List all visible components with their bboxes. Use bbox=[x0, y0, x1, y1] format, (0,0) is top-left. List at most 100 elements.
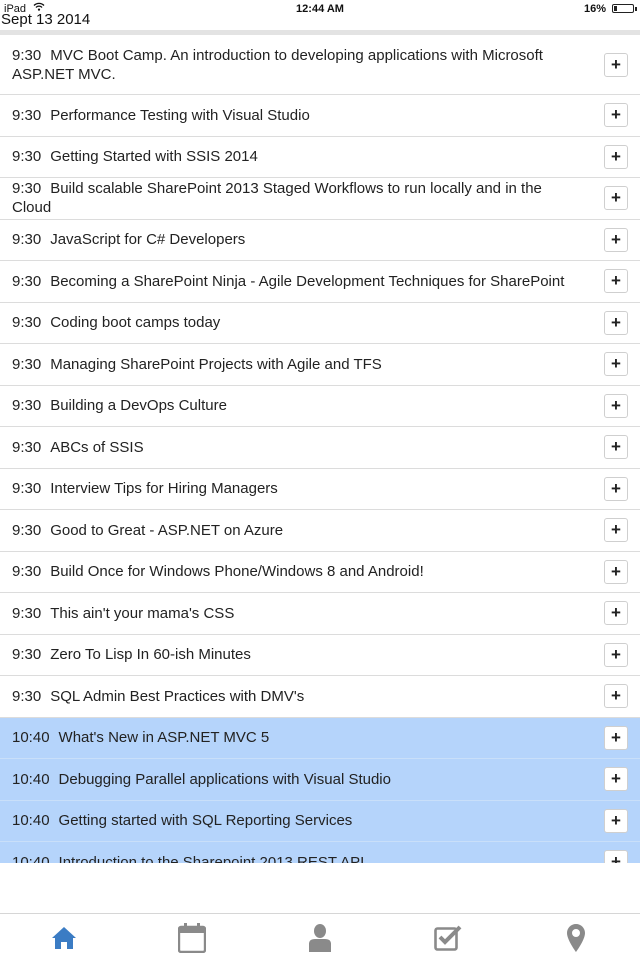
add-session-button[interactable]: + bbox=[604, 601, 628, 626]
clock-label: 12:44 AM bbox=[296, 3, 344, 15]
session-row[interactable]: 10:40 Debugging Parallel applications wit… bbox=[0, 759, 640, 801]
add-session-button[interactable]: + bbox=[604, 144, 628, 169]
add-session-button[interactable]: + bbox=[604, 186, 628, 211]
add-session-button[interactable]: + bbox=[604, 684, 628, 709]
session-row[interactable]: 10:40 Getting started with SQL Reporting … bbox=[0, 800, 640, 842]
tab-home[interactable] bbox=[0, 914, 128, 961]
session-title: Getting Started with SSIS 2014 bbox=[50, 148, 258, 166]
session-title: Debugging Parallel applications with Vis… bbox=[58, 770, 391, 788]
session-row[interactable]: 9:30 Building a DevOps Culture + bbox=[0, 385, 640, 427]
session-row[interactable]: 9:30 SQL Admin Best Practices with DMV's + bbox=[0, 676, 640, 718]
session-row[interactable]: 9:30 Build Once for Windows Phone/Windows… bbox=[0, 551, 640, 593]
session-text: 9:30 Interview Tips for Hiring Managers bbox=[0, 479, 640, 498]
session-time: 9:30 bbox=[12, 46, 42, 64]
session-row[interactable]: 9:30 This ain't your mama's CSS + bbox=[0, 593, 640, 635]
session-list[interactable]: 9:30 MVC Boot Camp. An introduction to de… bbox=[0, 35, 640, 863]
session-row[interactable]: 9:30 Good to Great - ASP.NET on Azure + bbox=[0, 510, 640, 552]
session-title: Getting started with SQL Reporting Servi… bbox=[58, 812, 353, 830]
session-title: MVC Boot Camp. An introduction to develo… bbox=[12, 46, 543, 83]
session-title: Introduction to the Sharepoint 2013 REST… bbox=[58, 853, 365, 863]
session-time: 9:30 bbox=[12, 438, 42, 456]
add-session-button[interactable]: + bbox=[604, 310, 628, 335]
session-text: 9:30 Building a DevOps Culture bbox=[0, 396, 640, 415]
add-session-button[interactable]: + bbox=[604, 518, 628, 543]
session-title: This ain't your mama's CSS bbox=[50, 604, 235, 622]
session-row[interactable]: 9:30 Interview Tips for Hiring Managers + bbox=[0, 468, 640, 510]
add-session-button[interactable]: + bbox=[604, 393, 628, 418]
session-time: 9:30 bbox=[12, 314, 42, 332]
session-row[interactable]: 9:30 Zero To Lisp In 60-ish Minutes + bbox=[0, 634, 640, 676]
session-time: 9:30 bbox=[12, 106, 42, 124]
session-row[interactable]: 9:30 Becoming a SharePoint Ninja - Agile … bbox=[0, 261, 640, 303]
session-text: 9:30 JavaScript for C# Developers bbox=[0, 230, 640, 249]
session-time: 9:30 bbox=[12, 604, 42, 622]
session-text: 10:40 Debugging Parallel applications wit… bbox=[0, 770, 640, 789]
session-row[interactable]: 9:30 Performance Testing with Visual Stud… bbox=[0, 95, 640, 137]
session-time: 9:30 bbox=[12, 231, 42, 249]
date-label: Sept 13 2014 bbox=[1, 11, 91, 28]
add-session-button[interactable]: + bbox=[604, 642, 628, 667]
add-session-button[interactable]: + bbox=[604, 808, 628, 833]
session-text: 9:30 Zero To Lisp In 60-ish Minutes bbox=[0, 645, 640, 664]
session-time: 9:30 bbox=[12, 521, 42, 539]
session-text: 9:30 Good to Great - ASP.NET on Azure bbox=[0, 521, 640, 540]
session-title: Performance Testing with Visual Studio bbox=[50, 106, 310, 124]
add-session-button[interactable]: + bbox=[604, 352, 628, 377]
session-time: 9:30 bbox=[12, 397, 42, 415]
session-text: 10:40 What's New in ASP.NET MVC 5 bbox=[0, 728, 640, 747]
tab-map[interactable] bbox=[512, 914, 640, 961]
checkbox-icon bbox=[434, 925, 462, 951]
session-title: Build Once for Windows Phone/Windows 8 a… bbox=[50, 563, 424, 581]
session-text: 9:30 Getting Started with SSIS 2014 bbox=[0, 147, 640, 166]
session-row[interactable]: 9:30 ABCs of SSIS + bbox=[0, 427, 640, 469]
session-time: 10:40 bbox=[12, 853, 50, 863]
session-row[interactable]: 9:30 Build scalable SharePoint 2013 Stage… bbox=[0, 178, 640, 220]
tab-bar bbox=[0, 913, 640, 961]
session-row[interactable]: 10:40 Introduction to the Sharepoint 2013… bbox=[0, 842, 640, 863]
session-title: Interview Tips for Hiring Managers bbox=[50, 480, 278, 498]
session-text: 9:30 Performance Testing with Visual Stud… bbox=[0, 106, 640, 125]
session-title: Becoming a SharePoint Ninja - Agile Deve… bbox=[50, 272, 565, 290]
add-session-button[interactable]: + bbox=[604, 435, 628, 460]
session-title: Building a DevOps Culture bbox=[50, 397, 227, 415]
session-row[interactable]: 9:30 Coding boot camps today + bbox=[0, 302, 640, 344]
tab-calendar[interactable] bbox=[128, 914, 256, 961]
session-time: 9:30 bbox=[12, 687, 42, 705]
add-session-button[interactable]: + bbox=[604, 559, 628, 584]
session-row[interactable]: 9:30 Getting Started with SSIS 2014 + bbox=[0, 136, 640, 178]
session-text: 9:30 MVC Boot Camp. An introduction to de… bbox=[0, 46, 640, 84]
add-session-button[interactable]: + bbox=[604, 269, 628, 294]
session-text: 9:30 Managing SharePoint Projects with Ag… bbox=[0, 355, 640, 374]
session-row[interactable]: 9:30 Managing SharePoint Projects with Ag… bbox=[0, 344, 640, 386]
calendar-icon bbox=[178, 922, 206, 953]
add-session-button[interactable]: + bbox=[604, 103, 628, 128]
add-session-button[interactable]: + bbox=[604, 850, 628, 863]
add-session-button[interactable]: + bbox=[604, 227, 628, 252]
session-text: 10:40 Introduction to the Sharepoint 2013… bbox=[0, 853, 640, 863]
session-text: 9:30 ABCs of SSIS bbox=[0, 438, 640, 457]
session-row[interactable]: 9:30 MVC Boot Camp. An introduction to de… bbox=[0, 35, 640, 95]
add-session-button[interactable]: + bbox=[604, 52, 628, 77]
session-row[interactable]: 10:40 What's New in ASP.NET MVC 5 + bbox=[0, 717, 640, 759]
session-time: 9:30 bbox=[12, 480, 42, 498]
tab-people[interactable] bbox=[256, 914, 384, 961]
add-session-button[interactable]: + bbox=[604, 476, 628, 501]
session-row[interactable]: 9:30 JavaScript for C# Developers + bbox=[0, 219, 640, 261]
session-time: 9:30 bbox=[12, 563, 42, 581]
session-time: 9:30 bbox=[12, 180, 42, 198]
battery-fill bbox=[614, 6, 617, 11]
session-text: 9:30 Build Once for Windows Phone/Windows… bbox=[0, 562, 640, 581]
session-time: 9:30 bbox=[12, 355, 42, 373]
session-text: 9:30 Build scalable SharePoint 2013 Stage… bbox=[0, 179, 640, 217]
add-session-button[interactable]: + bbox=[604, 725, 628, 750]
session-text: 9:30 Coding boot camps today bbox=[0, 313, 640, 332]
session-title: Zero To Lisp In 60-ish Minutes bbox=[50, 646, 251, 664]
status-bar: iPad 12:44 AM 16% Sept 13 2014 bbox=[0, 0, 640, 28]
add-session-button[interactable]: + bbox=[604, 767, 628, 792]
session-title: What's New in ASP.NET MVC 5 bbox=[58, 729, 270, 747]
map-pin-icon bbox=[567, 923, 585, 952]
session-title: Managing SharePoint Projects with Agile … bbox=[50, 355, 382, 373]
tab-my-schedule[interactable] bbox=[384, 914, 512, 961]
session-title: Coding boot camps today bbox=[50, 314, 221, 332]
session-time: 9:30 bbox=[12, 272, 42, 290]
